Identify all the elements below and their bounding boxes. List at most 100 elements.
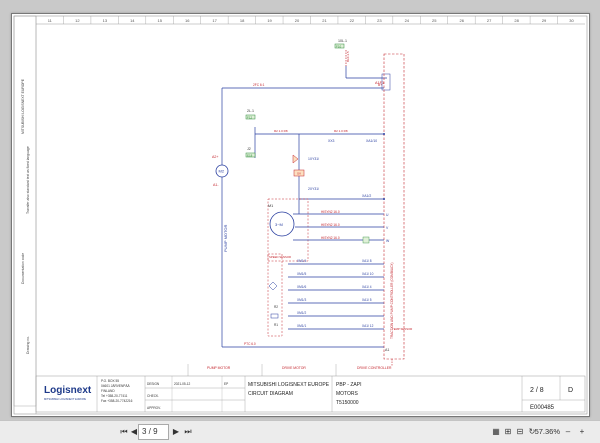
xa1-12-label: XA1/ 12 bbox=[362, 324, 374, 328]
logo-subtitle: MITSUBISHI LOGISNEXT EUROPE bbox=[44, 397, 86, 401]
next-page-icon[interactable]: ▶ bbox=[170, 426, 182, 438]
column-number: 27 bbox=[487, 18, 492, 23]
section-drive-controller: DRIVE CONTROLLER bbox=[357, 366, 392, 370]
circuit-diagram: 11 12 13 14 15 16 17 18 19 20 21 22 23 24 25 26 27 28 29 30… bbox=[13, 15, 588, 415]
column-number: 25 bbox=[432, 18, 437, 23]
f10-label: 10L.1 bbox=[338, 39, 347, 43]
fit-page-icon[interactable]: ⊞ bbox=[502, 426, 514, 438]
fuse-f12: 2L.1 F12 J2 E18 bbox=[245, 109, 256, 158]
f12-label: 2L.1 bbox=[247, 109, 254, 113]
last-page-icon[interactable]: ⏭ bbox=[182, 426, 194, 438]
xa1-10-line: R2 1.0 R8 R2 1.0 R8 XX3 XA1/10 bbox=[255, 129, 385, 143]
m1-label: M1 bbox=[268, 204, 273, 208]
column-number: 11 bbox=[48, 18, 53, 23]
zoom-in-icon[interactable]: + bbox=[576, 426, 588, 438]
f12-tag: F12 bbox=[247, 115, 253, 119]
zoom-level[interactable]: 57.36% bbox=[535, 426, 560, 438]
w-terminal: W bbox=[386, 239, 390, 243]
document-type: CIRCUIT DIAGRAM bbox=[248, 391, 293, 397]
a1f1-fuse: A1F1 bbox=[345, 66, 391, 91]
green-marker bbox=[362, 236, 370, 244]
section-labels: PUMP MOTOR DRIVE MOTOR DRIVE CONTROLLER bbox=[187, 364, 392, 376]
check-label: CHECK. bbox=[147, 394, 159, 398]
temp-sensor-label: TEMP SENSOR bbox=[392, 327, 412, 331]
r1-label: R1 bbox=[274, 323, 278, 327]
column-number: 21 bbox=[322, 18, 327, 23]
hisyn-v: HISYN2 16.0 bbox=[321, 223, 340, 227]
design-initials: EP bbox=[224, 382, 228, 386]
subject: MOTORS bbox=[336, 391, 359, 397]
j2-tag: E18 bbox=[247, 153, 253, 157]
column-number: 22 bbox=[350, 18, 355, 23]
column-number: 23 bbox=[377, 18, 382, 23]
xa1-2-label: XA1/2 bbox=[362, 194, 371, 198]
r2-label: R2 bbox=[274, 305, 278, 309]
bottom-return: PTC 6.0 A1 bbox=[222, 342, 393, 366]
v-terminal: V bbox=[386, 226, 389, 230]
address-line-5: Fax +358-20-7742216 bbox=[101, 399, 133, 403]
a1-label: A1 bbox=[385, 348, 389, 352]
outer-frame bbox=[13, 15, 588, 415]
fuse-f10: 10L.1 F10 BLK 2.5 bbox=[334, 39, 350, 66]
margin-text-1: MITSUBISHI LOGISNEXT EUROPE bbox=[21, 78, 25, 134]
column-number: 19 bbox=[267, 18, 272, 23]
revision: D bbox=[568, 387, 573, 394]
f10-wire-tag: BLK 2.5 bbox=[346, 51, 350, 62]
sheet-page: 2 / 8 bbox=[530, 387, 544, 394]
drive-motor-m1: 3~M M1 HISYN2 16.0 HISYN2 16.0 HISYN2 16… bbox=[267, 198, 390, 262]
valve-tag: SV bbox=[297, 172, 301, 176]
column-number: 30 bbox=[569, 18, 574, 23]
ptc-label: PTC 6.0 bbox=[244, 342, 256, 346]
xm6-label: XM1/6 bbox=[297, 285, 306, 289]
xa1-8-label: XA1/ 8 bbox=[362, 259, 372, 263]
xm3-label: XM1/3 bbox=[297, 298, 306, 302]
approv-label: APPROV. bbox=[147, 406, 161, 410]
m1-symbol: 3~M bbox=[275, 222, 283, 227]
controller-box bbox=[383, 53, 405, 360]
xy31-2-label: 2XY31/ bbox=[308, 187, 319, 191]
b-plus-label: B+ bbox=[378, 83, 382, 87]
column-number: 17 bbox=[212, 18, 217, 23]
m2-plus-label: A2+ bbox=[212, 155, 219, 159]
xa1-10-wire-tag: R2 1.0 R8 bbox=[274, 129, 288, 133]
u-terminal: U bbox=[386, 213, 389, 217]
f10-tag: F10 bbox=[336, 44, 342, 48]
column-number: 20 bbox=[295, 18, 300, 23]
zoom-out-icon[interactable]: – bbox=[562, 426, 574, 438]
page-number-field[interactable]: 3 / 9 bbox=[138, 424, 169, 440]
model-name: PBP - ZAPI bbox=[336, 382, 361, 388]
fit-width-icon[interactable]: ⊟ bbox=[514, 426, 526, 438]
xm1-label: XM1/1 bbox=[297, 324, 306, 328]
address-line-1: P.O. BOX 55 bbox=[101, 379, 119, 383]
column-number: 12 bbox=[75, 18, 80, 23]
m2-minus-label: A1- bbox=[213, 183, 219, 187]
grid-view-icon[interactable]: ▦ bbox=[490, 426, 502, 438]
company-title: MITSUBISHI LOGISNEXT EUROPE bbox=[248, 382, 330, 388]
xa1-5-label: XA1/ 5 bbox=[362, 298, 372, 302]
j2-label: J2 bbox=[247, 147, 251, 151]
column-number: 16 bbox=[185, 18, 190, 23]
m2-label: M2 bbox=[219, 169, 225, 174]
column-number: 13 bbox=[103, 18, 108, 23]
margin-text-3: Documentation code bbox=[21, 253, 25, 284]
column-number: 28 bbox=[514, 18, 519, 23]
title-block: Logisnext MITSUBISHI LOGISNEXT EUROPE P.… bbox=[35, 375, 586, 413]
margin-text-2: Transfer also standard text as fixed lan… bbox=[26, 146, 30, 214]
section-drive-motor: DRIVE MOTOR bbox=[282, 366, 306, 370]
xa1-10-wire-tag-2: R2 1.0 R8 bbox=[334, 129, 348, 133]
margin-text-4: Drawing no. bbox=[26, 336, 30, 354]
column-number: 29 bbox=[542, 18, 547, 23]
design-date: 2021-05-12 bbox=[174, 382, 191, 386]
design-label: DESIGN bbox=[147, 382, 160, 386]
pump-motor-vertical-label: PUMP MOTOR bbox=[223, 224, 228, 252]
b-plus-rail: 2FC 6:1 B+ bbox=[221, 83, 384, 347]
column-number: 15 bbox=[158, 18, 163, 23]
hisyn-w: HISYN2 16.0 bbox=[321, 236, 340, 240]
drawing-sheet: 11 12 13 14 15 16 17 18 19 20 21 22 23 24 25 26 27 28 29 30… bbox=[11, 13, 590, 417]
column-number: 14 bbox=[130, 18, 135, 23]
code: T5150000 bbox=[336, 400, 359, 406]
xm4-label: XM1/4 bbox=[297, 259, 306, 263]
column-ruler: 11 12 13 14 15 16 17 18 19 20 21 22 23 24 25 26 27 28 29 30 bbox=[48, 16, 574, 24]
xa1-10b-label: XA1/ 10 bbox=[362, 272, 374, 276]
xx3-label: XX3 bbox=[328, 139, 335, 143]
